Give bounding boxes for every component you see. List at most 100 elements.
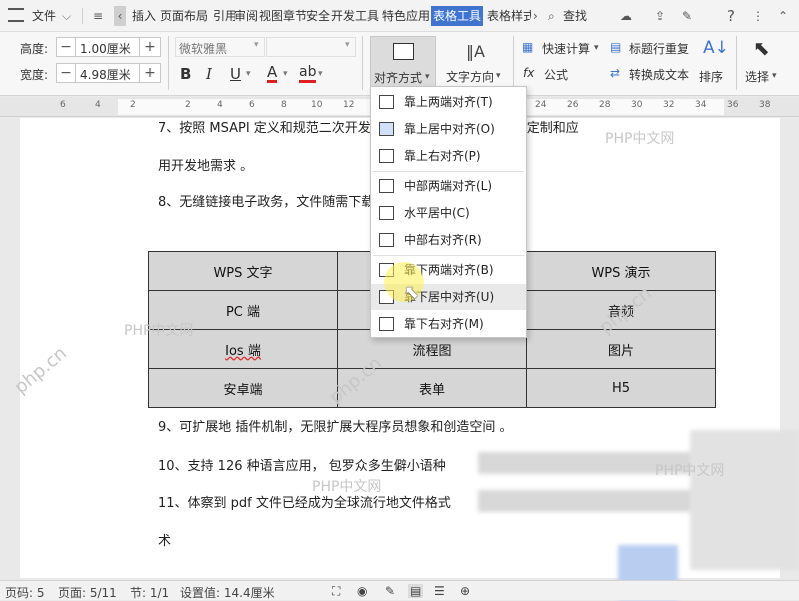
align-top-right-icon [379,149,394,163]
chevron-down-icon: ▾ [254,40,259,50]
align-top-justify-icon [379,95,394,109]
mouse-cursor-icon: ⬉ [404,282,420,303]
width-minus-button[interactable]: − [56,63,76,83]
edit-icon[interactable]: ✎ [682,6,692,26]
menu-item-top-justify[interactable]: 靠上两端对齐(T) [371,89,526,115]
height-minus-button[interactable]: − [56,37,76,57]
tab-references[interactable]: 引用 [213,6,235,26]
chevron-down-icon: ▾ [496,71,501,81]
tab-dev-tools[interactable]: 开发工具 [331,6,381,26]
watermark: PHP中文网 [655,463,725,479]
align-dropdown-menu: 靠上两端对齐(T) 靠上居中对齐(O) 靠上右对齐(P) 中部两端对齐(L) 水… [370,86,527,338]
tab-review[interactable]: 审阅 [234,6,259,26]
watermark: PHP中文网 [605,131,675,147]
quick-calc-button[interactable]: 快速计算 [542,40,590,57]
chevron-down-icon[interactable]: ▾ [594,43,599,53]
web-view-icon[interactable]: ⊕ [460,584,470,598]
align-button[interactable]: 对齐方式 ▾ [370,36,436,88]
share-icon[interactable]: ⇪ [655,6,665,26]
height-plus-button[interactable]: + [139,37,161,57]
tab-security[interactable]: 安全 [306,6,331,26]
sort-button[interactable]: A↓ 排序 [696,36,730,88]
tab-sections[interactable]: 章节 [283,6,308,26]
table-cell[interactable]: 图片 [526,329,716,369]
align-middle-center-icon [379,206,394,220]
paragraph-9: 9、可扩展地 插件机制，无限扩展大程序员想象和创造空间 。 [158,420,513,435]
file-menu[interactable]: 文件 [32,6,56,26]
text-direction-icon: ‖A [466,42,485,61]
tab-table-styles[interactable]: 表格样式 [487,6,531,26]
menu-item-top-center[interactable]: 靠上居中对齐(O) [371,116,526,142]
table-cell[interactable]: WPS 文字 [148,251,338,291]
height-label: 高度: [20,42,49,56]
font-name-select[interactable]: 微软雅黑 ▾ [175,37,265,57]
convert-text-icon[interactable]: ⇄ [610,66,620,80]
chevron-down-icon[interactable]: ⌵ [62,6,71,26]
align-middle-right-icon [379,233,394,247]
watermark: PHP中文网 [312,479,382,495]
chevron-down-icon: ▾ [345,40,350,50]
align-bottom-right-icon [379,317,394,331]
right-arrow-icon[interactable]: › [533,6,538,26]
align-top-center-icon [379,122,394,136]
fullscreen-icon[interactable]: ⛶ [332,584,340,599]
width-label: 宽度: [20,68,49,82]
menu-item-middle-justify[interactable]: 中部两端对齐(L) [371,173,526,199]
menu-item-bottom-right[interactable]: 靠下右对齐(M) [371,311,526,337]
cloud-icon[interactable]: ☁ [620,6,632,26]
chevron-down-icon[interactable]: ▾ [283,69,288,79]
height-input[interactable]: 1.00厘米 [75,37,140,57]
tab-insert[interactable]: 插入 [132,6,160,26]
menu-item-top-right[interactable]: 靠上右对齐(P) [371,143,526,169]
font-color-button[interactable]: A [267,64,278,83]
tab-view[interactable]: 视图 [259,6,284,26]
more-icon[interactable]: ⋮ [752,6,764,26]
table-cell[interactable]: 安卓端 [148,368,338,408]
underline-button[interactable]: U [230,65,241,83]
repeat-header-button[interactable]: 标题行重复 [629,40,689,57]
repeat-header-icon[interactable]: ▤ [610,40,621,54]
tab-table-tools[interactable]: 表格工具 [431,6,483,26]
paragraph-10: 10、支持 126 种语言应用， 包罗众多生僻小语种 [158,459,446,474]
blurred-region [690,430,799,570]
text-direction-button[interactable]: ‖A 文字方向 ▾ [444,36,504,88]
italic-button[interactable]: I [206,65,212,83]
search-icon[interactable]: ⌕ [548,6,555,26]
table-cell[interactable]: H5 [526,368,716,408]
bold-button[interactable]: B [180,65,191,83]
chevron-down-icon: ▾ [772,71,777,81]
select-button[interactable]: ⬉ 选择 ▾ [742,36,786,88]
search-label[interactable]: 查找 [563,6,587,26]
menu-item-middle-right[interactable]: 中部右对齐(R) [371,227,526,253]
collapse-ribbon-icon[interactable]: ⌃ [778,6,788,26]
status-page: 页面: 5/11 [58,586,117,600]
tab-special-apps[interactable]: 特色应用 [382,6,430,26]
width-plus-button[interactable]: + [139,63,161,83]
convert-text-button[interactable]: 转换成文本 [629,66,689,83]
chevron-down-icon[interactable]: ▾ [246,69,251,79]
table-cell[interactable]: WPS 演示 [526,251,716,291]
paragraph-12: 术 [158,534,172,549]
eye-icon[interactable]: ◉ [357,584,367,598]
page-view-icon[interactable]: ▤ [408,584,424,598]
quick-calc-icon[interactable]: ▦ [522,40,533,54]
align-middle-justify-icon [379,179,394,193]
customize-icon[interactable]: ≡ [93,6,103,26]
width-input[interactable]: 4.98厘米 [75,63,140,83]
formula-icon[interactable]: fx [523,66,534,80]
paragraph-8: 8、无缝链接电子政务，文件随需下载... [158,195,387,210]
formula-button[interactable]: 公式 [544,66,568,83]
chevron-down-icon[interactable]: ▾ [318,69,323,79]
chevron-down-icon: ▾ [425,72,430,82]
left-arrow-icon[interactable]: ‹ [114,6,126,26]
font-size-select[interactable]: ▾ [266,37,356,57]
title-bar: 文件 ⌵ ≡ ‹ 插入 页面布局 引用 审阅 视图 章节 安全 开发工具 特色应… [0,0,799,32]
outline-view-icon[interactable]: ☰ [434,584,445,598]
highlight-button[interactable]: ab [299,64,317,83]
help-icon[interactable]: ? [727,6,735,26]
tab-page-layout[interactable]: 页面布局 [160,6,212,26]
menu-item-horizontal-center[interactable]: 水平居中(C) [371,200,526,226]
status-bar: 页码: 5 页面: 5/11 节: 1/1 设置值: 14.4厘米 ⛶ ◉ ✎ … [0,580,799,600]
edit-icon[interactable]: ✎ [385,584,395,598]
menu-icon[interactable] [8,8,24,22]
